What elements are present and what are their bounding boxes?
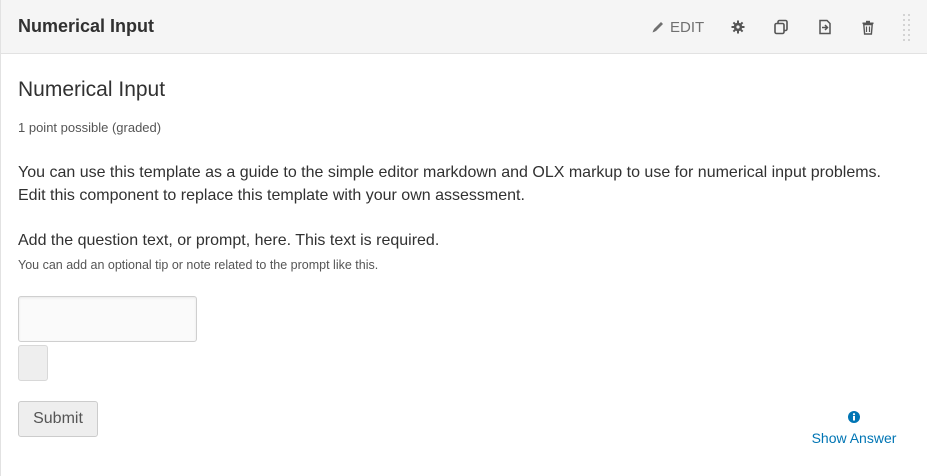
question-tip: You can add an optional tip or note rela…: [18, 258, 379, 272]
component-title: Numerical Input: [18, 16, 155, 36]
info-icon: [848, 411, 860, 423]
gear-icon: [731, 20, 745, 34]
duplicate-button[interactable]: [771, 17, 791, 37]
edit-button-label: EDIT: [670, 18, 705, 36]
move-button[interactable]: [815, 17, 835, 37]
settings-button[interactable]: [728, 17, 748, 37]
submit-button[interactable]: Submit: [18, 401, 98, 437]
question-prompt: Add the question text, or prompt, here. …: [18, 232, 440, 249]
drag-handle-icon[interactable]: [902, 14, 912, 41]
delete-button[interactable]: [858, 17, 878, 37]
pencil-icon: [652, 22, 663, 33]
xblock-component: Numerical Input EDIT Numerical Input 1 p…: [0, 0, 927, 476]
problem-title: Numerical Input: [18, 78, 166, 101]
edit-button[interactable]: EDIT: [651, 17, 704, 37]
numerical-answer-input[interactable]: [18, 296, 197, 342]
points-possible: 1 point possible (graded): [18, 120, 162, 135]
component-header: Numerical Input EDIT: [1, 0, 927, 54]
show-answer-label: Show Answer: [811, 430, 897, 446]
move-icon: [819, 19, 831, 35]
trash-icon: [862, 20, 874, 35]
problem-intro: You can use this template as a guide to …: [18, 164, 881, 204]
show-answer-button[interactable]: Show Answer: [806, 410, 902, 446]
answer-status-indicator: [18, 345, 48, 381]
duplicate-icon: [774, 19, 788, 35]
